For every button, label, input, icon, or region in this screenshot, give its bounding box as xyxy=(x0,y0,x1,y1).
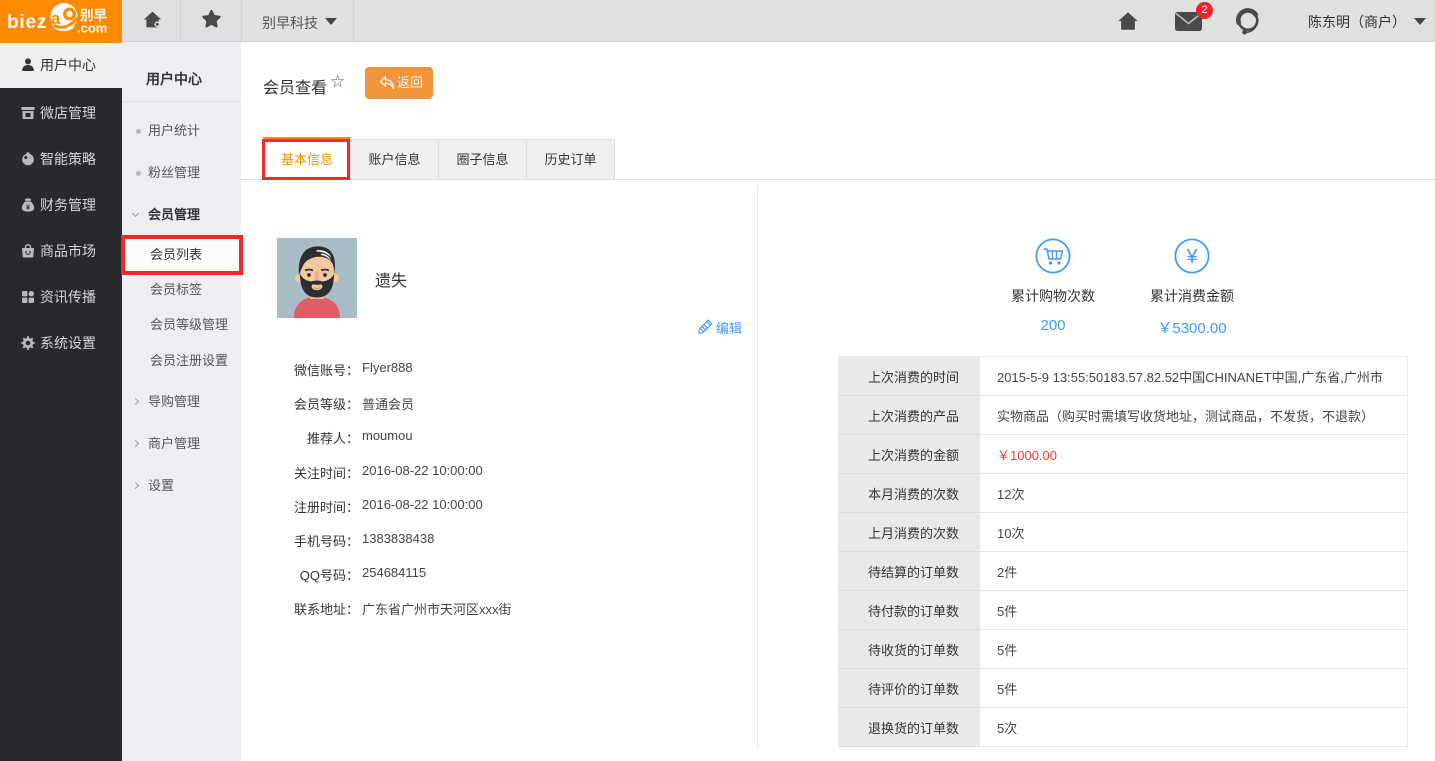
svg-text:.com: .com xyxy=(77,21,107,36)
svg-text:¥: ¥ xyxy=(26,204,30,211)
svg-text:a: a xyxy=(51,10,61,28)
svg-text:biez: biez xyxy=(7,12,47,33)
svg-text:¥: ¥ xyxy=(1185,246,1198,268)
